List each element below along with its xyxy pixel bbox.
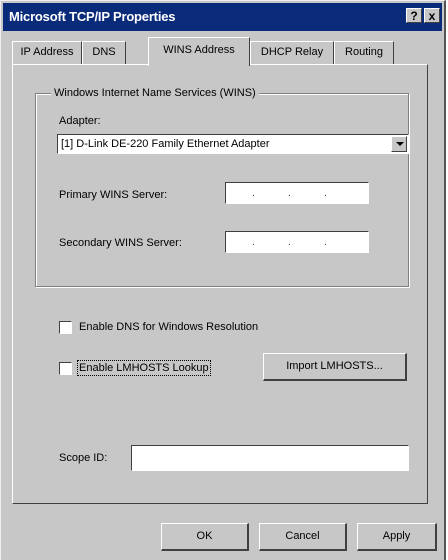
ip-separator: . [252,237,255,248]
enable-dns-label[interactable]: Enable DNS for Windows Resolution [79,321,258,333]
close-button[interactable]: x [424,8,440,23]
ip-separator: . [288,237,291,248]
primary-wins-input[interactable]: . . . [225,182,369,204]
primary-wins-label: Primary WINS Server: [59,189,168,201]
apply-button[interactable]: Apply [357,523,437,551]
tab-routing[interactable]: Routing [334,41,394,65]
tab-dhcp-relay[interactable]: DHCP Relay [250,41,334,65]
secondary-wins-label: Secondary WINS Server: [59,237,182,249]
enable-dns-checkbox[interactable] [59,321,72,334]
ip-separator: . [252,188,255,199]
enable-lmhosts-checkbox[interactable] [59,362,72,375]
adapter-dropdown[interactable]: [1] D-Link DE-220 Family Ethernet Adapte… [57,134,409,154]
help-button[interactable]: ? [406,8,422,23]
title-bar[interactable]: Microsoft TCP/IP Properties ? x [3,3,442,31]
wins-group-legend: Windows Internet Name Services (WINS) [51,87,259,99]
enable-lmhosts-label[interactable]: Enable LMHOSTS Lookup [77,360,211,376]
window-title: Microsoft TCP/IP Properties [9,9,176,24]
chevron-down-icon[interactable] [391,136,407,152]
secondary-wins-input[interactable]: . . . [225,231,369,253]
import-lmhosts-button[interactable]: Import LMHOSTS... [263,353,407,381]
tab-dns[interactable]: DNS [82,41,126,65]
properties-dialog: Microsoft TCP/IP Properties ? x IP Addre… [0,0,446,560]
tab-wins-address[interactable]: WINS Address [148,37,250,66]
tab-ip-address[interactable]: IP Address [12,41,82,65]
cancel-button[interactable]: Cancel [259,523,347,551]
ip-separator: . [288,188,291,199]
ip-separator: . [324,237,327,248]
scope-id-label: Scope ID: [59,452,108,464]
adapter-value: [1] D-Link DE-220 Family Ethernet Adapte… [61,138,270,150]
adapter-label: Adapter: [59,115,101,127]
scope-id-input[interactable] [131,445,409,471]
ok-button[interactable]: OK [161,523,249,551]
ip-separator: . [324,188,327,199]
